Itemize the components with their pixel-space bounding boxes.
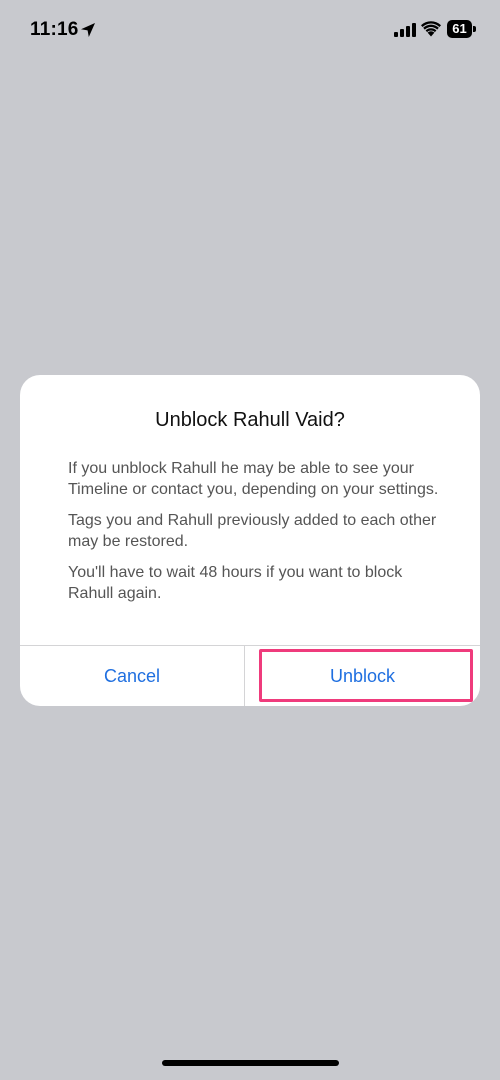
status-bar: 11:16 61	[0, 0, 500, 62]
location-arrow-icon	[81, 23, 95, 37]
wifi-icon	[421, 21, 441, 37]
unblock-dialog: Unblock Rahull Vaid? If you unblock Rahu…	[20, 375, 480, 706]
dialog-message: If you unblock Rahull he may be able to …	[68, 458, 444, 614]
unblock-button[interactable]: Unblock	[245, 646, 480, 706]
battery-level: 61	[452, 21, 467, 36]
dialog-paragraph: You'll have to wait 48 hours if you want…	[68, 564, 403, 602]
cellular-signal-icon	[394, 23, 416, 37]
home-indicator[interactable]	[162, 1060, 339, 1066]
status-time: 11:16	[30, 19, 79, 40]
dialog-paragraph: Tags you and Rahull previously added to …	[68, 512, 437, 550]
battery-cap	[473, 26, 476, 32]
dialog-paragraph: If you unblock Rahull he may be able to …	[68, 460, 439, 498]
battery-icon: 61	[447, 20, 477, 38]
cancel-button[interactable]: Cancel	[20, 646, 244, 706]
dialog-title: Unblock Rahull Vaid?	[155, 409, 345, 431]
